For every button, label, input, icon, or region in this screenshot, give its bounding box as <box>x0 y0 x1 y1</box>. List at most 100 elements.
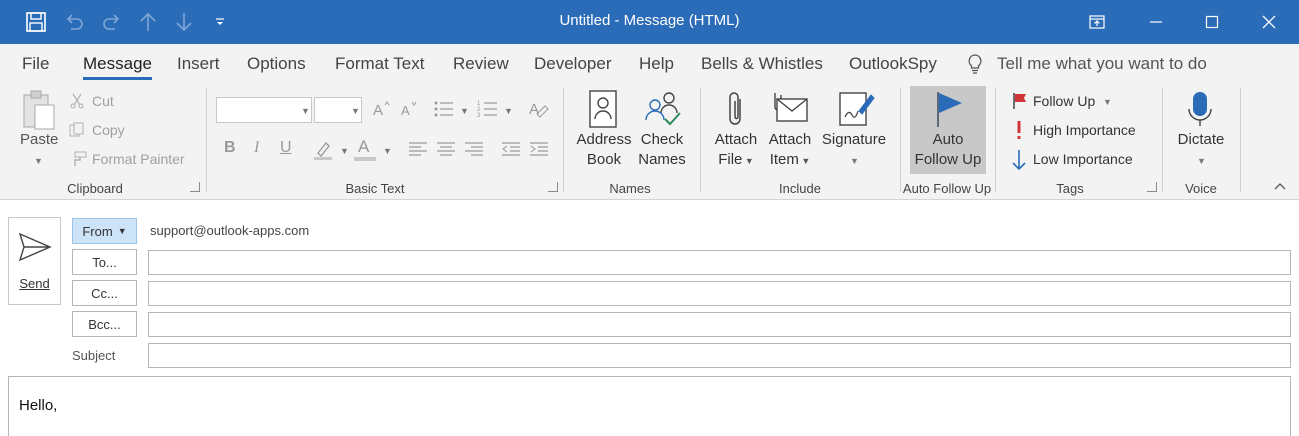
tags-launcher-icon[interactable] <box>1147 182 1157 192</box>
chevron-down-icon[interactable]: ▼ <box>460 106 469 116</box>
high-importance-icon[interactable] <box>1010 120 1028 140</box>
shrink-font-icon[interactable]: A <box>398 98 420 120</box>
tab-developer[interactable]: Developer <box>534 54 612 74</box>
paperclip-icon[interactable] <box>722 88 750 130</box>
align-center-icon[interactable] <box>434 138 458 160</box>
chevron-down-icon[interactable]: ▼ <box>383 146 392 156</box>
microphone-icon[interactable] <box>1182 88 1218 130</box>
basic-text-launcher-icon[interactable] <box>548 182 558 192</box>
follow-up-flag-icon[interactable] <box>1010 91 1028 111</box>
copy-icon[interactable] <box>68 121 86 139</box>
low-importance-icon[interactable] <box>1010 149 1028 171</box>
cc-button[interactable]: Cc... <box>72 280 137 306</box>
attach-item-button[interactable]: Attach Item ▼ <box>764 130 816 171</box>
paste-icon[interactable] <box>20 88 58 132</box>
group-divider <box>1240 88 1241 192</box>
italic-button[interactable]: I <box>254 139 259 157</box>
numbering-icon[interactable]: 123 <box>476 98 500 120</box>
underline-button[interactable]: U <box>280 139 292 157</box>
check-names-button[interactable]: Check Names <box>632 130 692 170</box>
svg-text:A: A <box>401 103 410 118</box>
group-label-include: Include <box>779 181 821 196</box>
bcc-field[interactable] <box>148 312 1291 337</box>
bullets-icon[interactable] <box>432 98 456 120</box>
dictate-button[interactable]: Dictate <box>1170 130 1232 150</box>
signature-button[interactable]: Signature <box>818 130 890 150</box>
high-importance-button[interactable]: High Importance <box>1033 122 1136 138</box>
chevron-down-icon[interactable]: ▼ <box>504 106 513 116</box>
attach-item-label-line2: Item <box>769 151 799 168</box>
grow-font-icon[interactable]: A <box>370 98 392 120</box>
group-label-basic-text: Basic Text <box>345 181 405 196</box>
signature-icon[interactable] <box>836 88 876 130</box>
lightbulb-icon <box>966 52 984 76</box>
group-divider <box>700 88 701 192</box>
attach-file-label-line1: Attach <box>714 131 758 148</box>
tab-review[interactable]: Review <box>453 54 509 74</box>
address-book-button[interactable]: Address Book <box>572 130 636 170</box>
message-body[interactable]: Hello, <box>8 376 1291 436</box>
from-label: From <box>82 223 113 239</box>
tab-outlookspy[interactable]: OutlookSpy <box>849 54 937 74</box>
cc-field[interactable] <box>148 281 1291 306</box>
compose-area: Send From ▼ support@outlook-apps.com To.… <box>0 200 1299 436</box>
format-painter-icon[interactable] <box>68 150 88 168</box>
tab-file[interactable]: File <box>22 54 49 74</box>
send-label: Send <box>19 276 50 291</box>
group-divider <box>206 88 207 192</box>
attach-file-button[interactable]: Attach File ▼ <box>710 130 762 171</box>
tab-insert[interactable]: Insert <box>177 54 220 74</box>
close-icon[interactable] <box>1241 0 1297 44</box>
address-book-label-line2: Book <box>586 151 622 168</box>
from-button[interactable]: From ▼ <box>72 218 137 244</box>
title-bar: Untitled - Message (HTML) <box>0 0 1299 44</box>
ribbon-display-options-icon[interactable] <box>1069 0 1125 44</box>
chevron-down-icon[interactable]: ▼ <box>351 106 360 116</box>
address-book-icon[interactable] <box>586 88 620 130</box>
to-button[interactable]: To... <box>72 249 137 275</box>
minimize-icon[interactable] <box>1128 0 1184 44</box>
cut-button[interactable]: Cut <box>92 93 114 109</box>
svg-text:A: A <box>529 101 539 118</box>
format-painter-button[interactable]: Format Painter <box>92 151 185 167</box>
align-right-icon[interactable] <box>462 138 486 160</box>
address-book-label-line1: Address <box>576 131 632 148</box>
group-label-voice: Voice <box>1185 181 1217 196</box>
chevron-down-icon[interactable]: ▼ <box>340 146 349 156</box>
font-name-combo[interactable] <box>216 97 312 123</box>
highlight-icon[interactable] <box>311 138 335 162</box>
low-importance-button[interactable]: Low Importance <box>1033 151 1133 167</box>
increase-indent-icon[interactable] <box>527 138 551 160</box>
chevron-down-icon[interactable]: ▼ <box>1103 97 1112 107</box>
subject-field[interactable] <box>148 343 1291 368</box>
tab-bells-whistles[interactable]: Bells & Whistles <box>701 54 823 74</box>
clear-formatting-icon[interactable]: A <box>527 98 551 120</box>
attach-item-icon[interactable] <box>769 88 811 130</box>
align-left-icon[interactable] <box>406 138 430 160</box>
tab-help[interactable]: Help <box>639 54 674 74</box>
cut-icon[interactable] <box>68 92 86 110</box>
follow-up-button[interactable]: Follow Up <box>1033 93 1095 109</box>
paste-button[interactable]: Paste <box>20 130 58 150</box>
collapse-ribbon-icon[interactable] <box>1272 180 1288 192</box>
copy-button[interactable]: Copy <box>92 122 125 138</box>
chevron-down-icon: ▼ <box>117 226 127 236</box>
maximize-icon[interactable] <box>1184 0 1240 44</box>
ribbon: Paste ▼ Cut Copy Format Painter Clipboar… <box>0 82 1299 200</box>
chevron-down-icon[interactable]: ▼ <box>850 156 859 166</box>
tab-format-text[interactable]: Format Text <box>335 54 424 74</box>
bold-button[interactable]: B <box>224 139 236 157</box>
tell-me-search[interactable]: Tell me what you want to do <box>997 54 1207 74</box>
bcc-button[interactable]: Bcc... <box>72 311 137 337</box>
chevron-down-icon[interactable]: ▼ <box>34 156 43 166</box>
font-color-button[interactable]: A <box>358 137 369 157</box>
to-field[interactable] <box>148 250 1291 275</box>
chevron-down-icon[interactable]: ▼ <box>301 106 310 116</box>
decrease-indent-icon[interactable] <box>499 138 523 160</box>
send-button[interactable]: Send <box>8 217 61 305</box>
tab-options[interactable]: Options <box>247 54 306 74</box>
chevron-down-icon[interactable]: ▼ <box>1197 156 1206 166</box>
clipboard-launcher-icon[interactable] <box>190 182 200 192</box>
check-names-icon[interactable] <box>643 88 683 130</box>
tab-message[interactable]: Message <box>83 54 152 80</box>
